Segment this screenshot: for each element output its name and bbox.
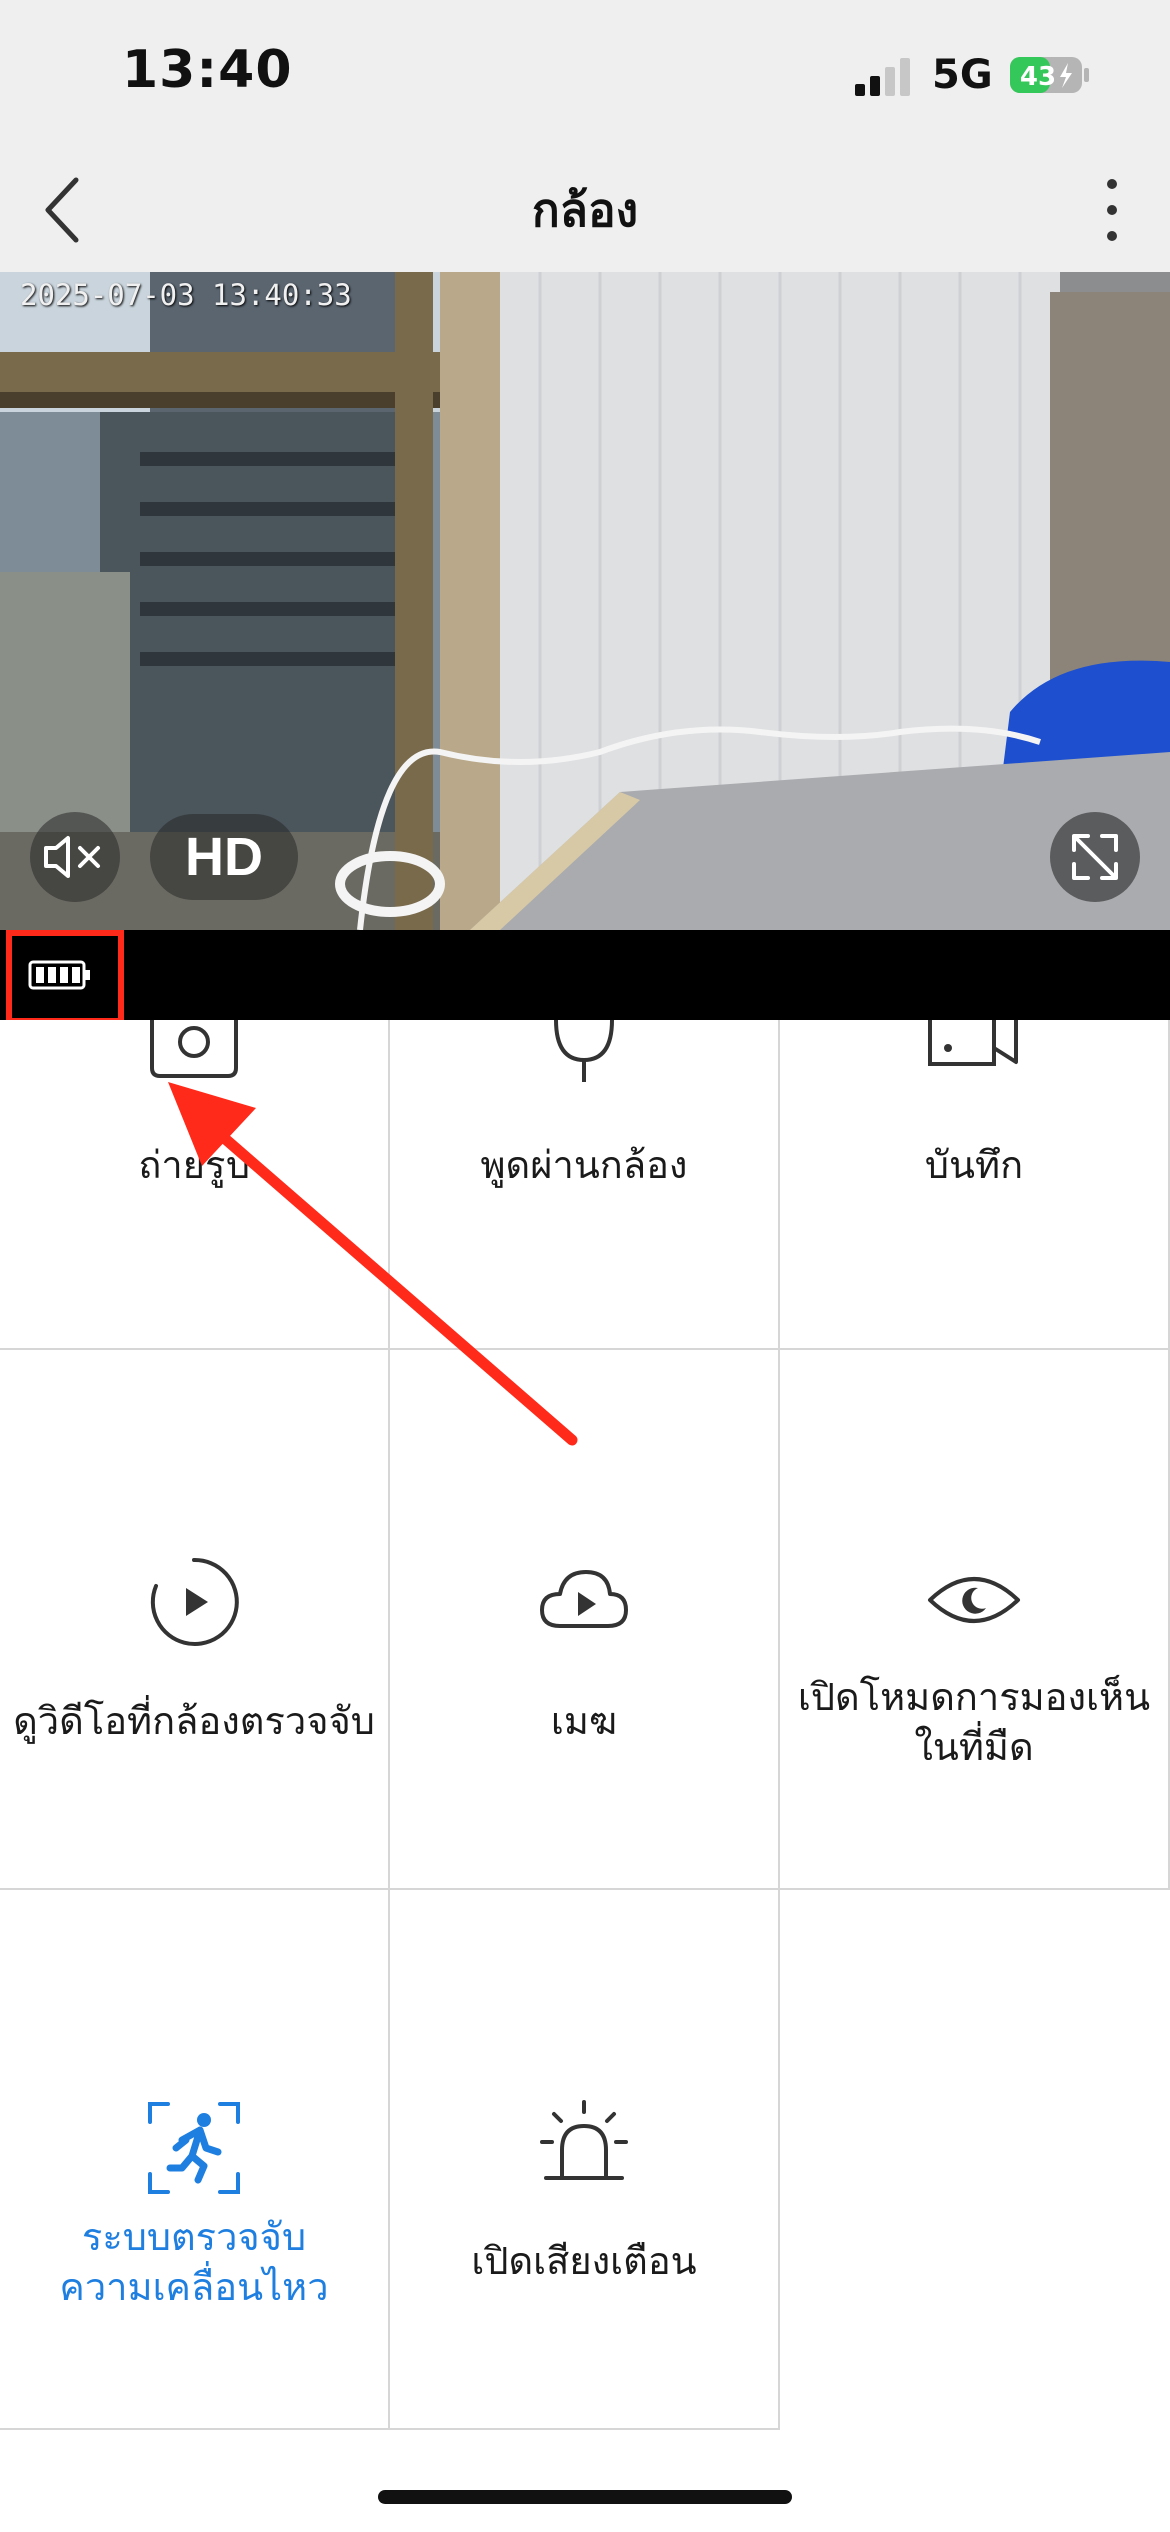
battery-icon: 43 — [1010, 57, 1089, 93]
record-button[interactable]: บันทึก — [780, 1020, 1170, 1350]
feature-grid: ถ่ายรูป พูดผ่านกล้อง บันทึก ดูวิดีโอที่ก… — [0, 1020, 1170, 2430]
night-vision-button[interactable]: เปิดโหมดการมองเห็น ในที่มืด — [780, 1350, 1170, 1890]
cloud-label: เมฆ — [550, 1699, 618, 1743]
camera-status-strip — [0, 930, 1170, 1020]
fullscreen-button[interactable] — [1050, 812, 1140, 902]
video-quality-button[interactable]: HD — [150, 814, 298, 900]
cloud-play-icon — [540, 1570, 628, 1628]
motion-detection-button[interactable]: ระบบตรวจจับ ความเคลื่อนไหว — [0, 1890, 390, 2430]
night-vision-label-line1: เปิดโหมดการมองเห็น — [797, 1675, 1151, 1719]
siren-icon — [540, 2100, 628, 2180]
eye-moon-icon — [928, 1577, 1020, 1623]
microphone-icon — [554, 1020, 614, 1082]
video-record-icon — [928, 1020, 1018, 1066]
motion-detection-icon — [148, 2102, 240, 2194]
cloud-button[interactable]: เมฆ — [390, 1350, 780, 1890]
snapshot-button[interactable]: ถ่ายรูป — [0, 1020, 390, 1350]
cellular-signal-icon — [855, 58, 910, 96]
nav-bar: กล้อง — [0, 150, 1170, 272]
night-vision-label-line2: ในที่มืด — [914, 1725, 1034, 1769]
record-label: บันทึก — [924, 1143, 1024, 1187]
detection-videos-button[interactable]: ดูวิดีโอที่กล้องตรวจจับ — [0, 1350, 390, 1890]
more-options-icon[interactable] — [1092, 172, 1132, 248]
status-time: 13:40 — [122, 40, 293, 100]
annotation-highlight-box — [6, 930, 124, 1024]
speaker-muted-icon — [44, 836, 100, 878]
status-bar: 13:40 5G 43 — [0, 0, 1170, 150]
talk-label: พูดผ่านกล้อง — [480, 1143, 688, 1187]
home-indicator — [378, 2490, 792, 2504]
talk-button[interactable]: พูดผ่านกล้อง — [390, 1020, 780, 1350]
motion-detection-label-line1: ระบบตรวจจับ — [81, 2215, 307, 2259]
battery-level-text: 43 — [1020, 62, 1056, 92]
camera-snapshot-icon — [150, 1020, 238, 1078]
mute-button[interactable] — [30, 812, 120, 902]
play-circle-icon — [150, 1557, 239, 1646]
alarm-label: เปิดเสียงเตือน — [471, 2239, 697, 2283]
alarm-button[interactable]: เปิดเสียงเตือน — [390, 1890, 780, 2430]
motion-detection-label-line2: ความเคลื่อนไหว — [59, 2265, 329, 2309]
snapshot-label: ถ่ายรูป — [138, 1143, 250, 1187]
camera-timestamp: 2025-07-03 13:40:33 — [20, 278, 352, 312]
fullscreen-icon — [1072, 834, 1118, 880]
detection-videos-label: ดูวิดีโอที่กล้องตรวจจับ — [13, 1699, 375, 1743]
camera-live-view[interactable]: 2025-07-03 13:40:33 HD — [0, 272, 1170, 930]
network-type: 5G — [932, 52, 993, 98]
page-title: กล้อง — [531, 183, 639, 237]
